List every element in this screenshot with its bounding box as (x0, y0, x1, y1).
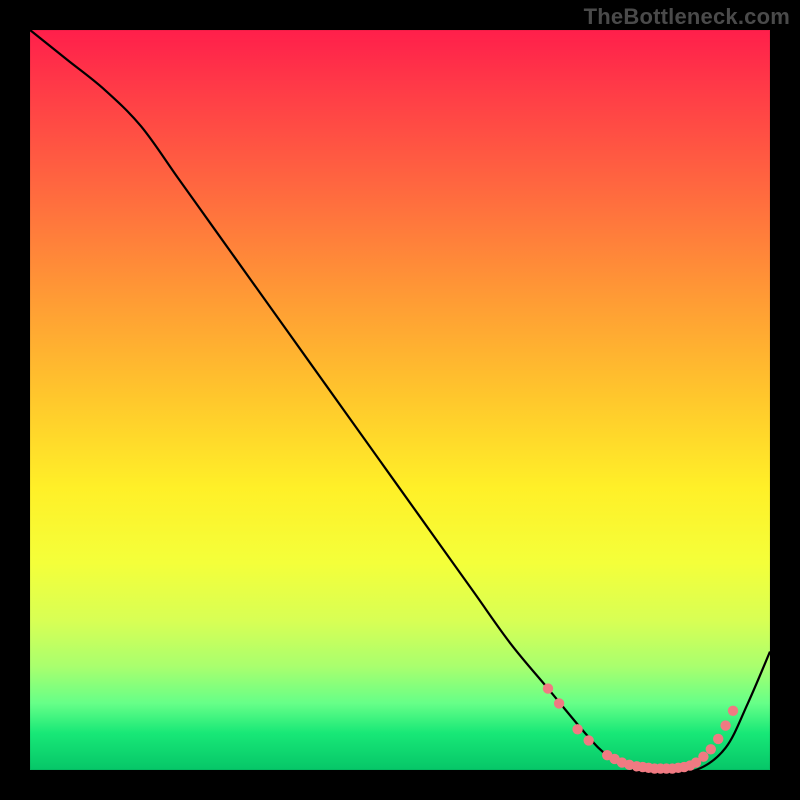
bottleneck-curve-path (30, 30, 770, 772)
curve-marker (543, 683, 553, 693)
plot-area (30, 30, 770, 770)
curve-marker (720, 720, 730, 730)
chart-svg (30, 30, 770, 770)
chart-frame: TheBottleneck.com (0, 0, 800, 800)
curve-markers (543, 683, 738, 773)
curve-marker (728, 706, 738, 716)
curve-marker (554, 698, 564, 708)
curve-marker (584, 735, 594, 745)
curve-marker (572, 724, 582, 734)
curve-marker (713, 734, 723, 744)
curve-marker (706, 744, 716, 754)
watermark-text: TheBottleneck.com (584, 4, 790, 30)
curve-marker (698, 751, 708, 761)
